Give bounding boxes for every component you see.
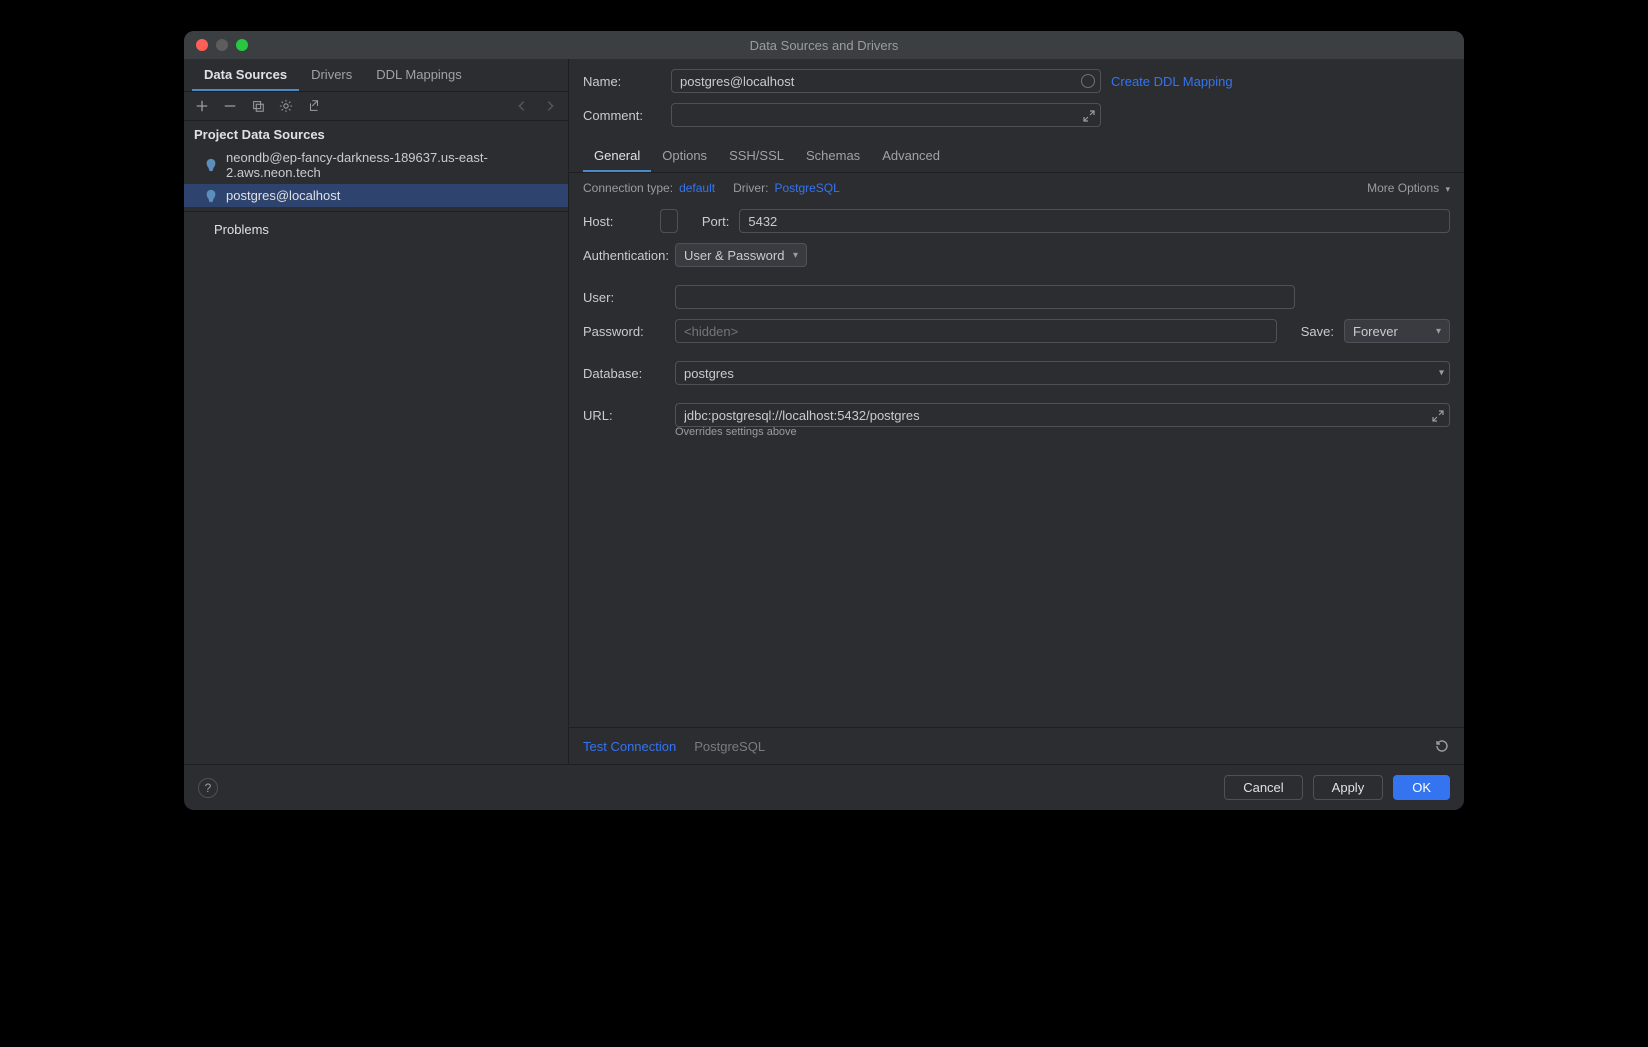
host-input[interactable] <box>660 209 678 233</box>
connection-type-link[interactable]: default <box>679 181 715 195</box>
minimize-window-icon[interactable] <box>216 39 228 51</box>
comment-input[interactable] <box>671 103 1101 127</box>
back-icon[interactable] <box>514 98 530 114</box>
driver-label: Driver: <box>733 181 768 195</box>
form-header: Name: Create DDL Mapping Comment: <box>569 59 1464 137</box>
tab-options[interactable]: Options <box>651 141 718 172</box>
tab-general[interactable]: General <box>583 141 651 172</box>
close-window-icon[interactable] <box>196 39 208 51</box>
meta-row: Connection type: default Driver: Postgre… <box>569 173 1464 203</box>
chevron-down-icon: ▾ <box>1436 326 1441 337</box>
dialog-window: Data Sources and Drivers Data Sources Dr… <box>184 31 1464 810</box>
main-panel: Name: Create DDL Mapping Comment: <box>569 59 1464 764</box>
help-icon[interactable]: ? <box>198 778 218 798</box>
authentication-select[interactable]: User & Password ▾ <box>675 243 807 267</box>
port-label: Port: <box>702 214 729 229</box>
database-input[interactable] <box>675 361 1450 385</box>
remove-icon[interactable] <box>222 98 238 114</box>
postgres-icon <box>204 189 218 203</box>
save-select[interactable]: Forever ▾ <box>1344 319 1450 343</box>
connection-type-label: Connection type: <box>583 181 673 195</box>
postgres-icon <box>204 158 218 172</box>
tab-schemas[interactable]: Schemas <box>795 141 871 172</box>
create-ddl-mapping-link[interactable]: Create DDL Mapping <box>1111 74 1233 89</box>
comment-label: Comment: <box>583 108 661 123</box>
chevron-down-icon: ▾ <box>793 250 798 261</box>
config-tabs: General Options SSH/SSL Schemas Advanced <box>569 141 1464 173</box>
host-label: Host: <box>583 214 650 229</box>
traffic-lights <box>196 39 248 51</box>
duplicate-icon[interactable] <box>250 98 266 114</box>
url-label: URL: <box>583 408 665 423</box>
data-source-item-selected[interactable]: postgres@localhost <box>184 184 568 207</box>
driver-link[interactable]: PostgreSQL <box>774 181 839 195</box>
cancel-button[interactable]: Cancel <box>1224 775 1302 800</box>
url-note: Overrides settings above <box>675 426 1450 438</box>
test-connection-link[interactable]: Test Connection <box>583 739 676 754</box>
maximize-window-icon[interactable] <box>236 39 248 51</box>
url-input[interactable] <box>675 403 1450 427</box>
user-label: User: <box>583 290 665 305</box>
tab-data-sources[interactable]: Data Sources <box>192 59 299 91</box>
tab-ssh-ssl[interactable]: SSH/SSL <box>718 141 795 172</box>
data-source-item[interactable]: neondb@ep-fancy-darkness-189637.us-east-… <box>184 146 568 184</box>
status-driver-name: PostgreSQL <box>694 739 765 754</box>
project-data-sources-header: Project Data Sources <box>184 121 568 146</box>
sidebar-tabs: Data Sources Drivers DDL Mappings <box>184 59 568 92</box>
authentication-label: Authentication: <box>583 248 665 263</box>
database-label: Database: <box>583 366 665 381</box>
data-source-label: neondb@ep-fancy-darkness-189637.us-east-… <box>226 150 558 180</box>
sidebar: Data Sources Drivers DDL Mappings Projec… <box>184 59 569 764</box>
color-picker-icon[interactable] <box>1081 74 1095 88</box>
forward-icon[interactable] <box>542 98 558 114</box>
name-input[interactable] <box>671 69 1101 93</box>
data-source-list: neondb@ep-fancy-darkness-189637.us-east-… <box>184 146 568 207</box>
status-bar: Test Connection PostgreSQL <box>569 727 1464 764</box>
apply-button[interactable]: Apply <box>1313 775 1384 800</box>
password-input[interactable] <box>675 319 1277 343</box>
gear-icon[interactable] <box>278 98 294 114</box>
export-icon[interactable] <box>306 98 322 114</box>
problems-section[interactable]: Problems <box>184 211 568 241</box>
expand-icon[interactable] <box>1432 409 1444 421</box>
data-source-label: postgres@localhost <box>226 188 340 203</box>
titlebar: Data Sources and Drivers <box>184 31 1464 59</box>
form-body: Host: Port: Authentication: User & Passw… <box>569 203 1464 438</box>
more-options-link[interactable]: More Options ▾ <box>1367 181 1450 195</box>
port-input[interactable] <box>739 209 1450 233</box>
chevron-down-icon[interactable]: ▾ <box>1439 368 1444 379</box>
window-title: Data Sources and Drivers <box>750 38 899 53</box>
sidebar-toolbar <box>184 92 568 121</box>
user-input[interactable] <box>675 285 1295 309</box>
dialog-footer: ? Cancel Apply OK <box>184 764 1464 810</box>
revert-icon[interactable] <box>1434 738 1450 754</box>
add-icon[interactable] <box>194 98 210 114</box>
ok-button[interactable]: OK <box>1393 775 1450 800</box>
tab-advanced[interactable]: Advanced <box>871 141 951 172</box>
save-label: Save: <box>1301 324 1334 339</box>
name-label: Name: <box>583 74 661 89</box>
expand-icon[interactable] <box>1083 109 1095 121</box>
tab-drivers[interactable]: Drivers <box>299 59 364 91</box>
dialog-body: Data Sources Drivers DDL Mappings Projec… <box>184 59 1464 764</box>
tab-ddl-mappings[interactable]: DDL Mappings <box>364 59 474 91</box>
password-label: Password: <box>583 324 665 339</box>
chevron-down-icon: ▾ <box>1445 184 1450 194</box>
